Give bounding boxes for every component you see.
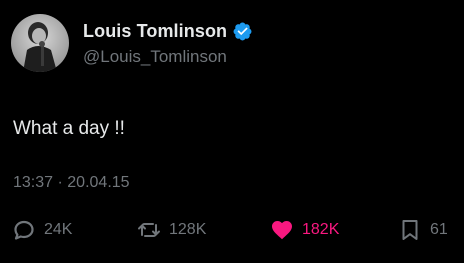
heart-icon: [270, 218, 294, 242]
tweet-date: 20.04.15: [67, 174, 130, 191]
retweet-count: 128K: [169, 221, 207, 238]
tweet-time: 13:37: [13, 174, 54, 191]
retweet-button[interactable]: 128K: [137, 216, 206, 244]
like-count: 182K: [302, 221, 340, 238]
reply-button[interactable]: 24K: [12, 216, 72, 244]
bookmark-count: 61: [430, 221, 448, 238]
tweet: Louis Tomlinson @Louis_Tomlinson What a …: [0, 0, 464, 263]
tweet-text: What a day !!: [13, 118, 125, 139]
bookmark-button[interactable]: 61: [398, 216, 448, 244]
verified-badge-icon: [232, 21, 253, 42]
bookmark-icon: [398, 218, 422, 242]
timestamp-separator: ·: [57, 174, 63, 191]
reply-count: 24K: [44, 221, 73, 238]
tweet-timestamp[interactable]: 13:37 · 20.04.15: [13, 174, 130, 192]
reply-bubble-icon: [12, 218, 36, 242]
avatar[interactable]: [11, 14, 69, 72]
name-row: Louis Tomlinson: [83, 20, 253, 44]
action-bar: 24K 128K 182K 61: [0, 216, 464, 244]
like-button[interactable]: 182K: [270, 216, 339, 244]
display-name[interactable]: Louis Tomlinson: [83, 21, 227, 42]
retweet-icon: [137, 218, 161, 242]
user-names: Louis Tomlinson @Louis_Tomlinson: [83, 20, 253, 67]
tweet-header: Louis Tomlinson @Louis_Tomlinson: [11, 14, 253, 72]
user-handle[interactable]: @Louis_Tomlinson: [83, 47, 253, 67]
